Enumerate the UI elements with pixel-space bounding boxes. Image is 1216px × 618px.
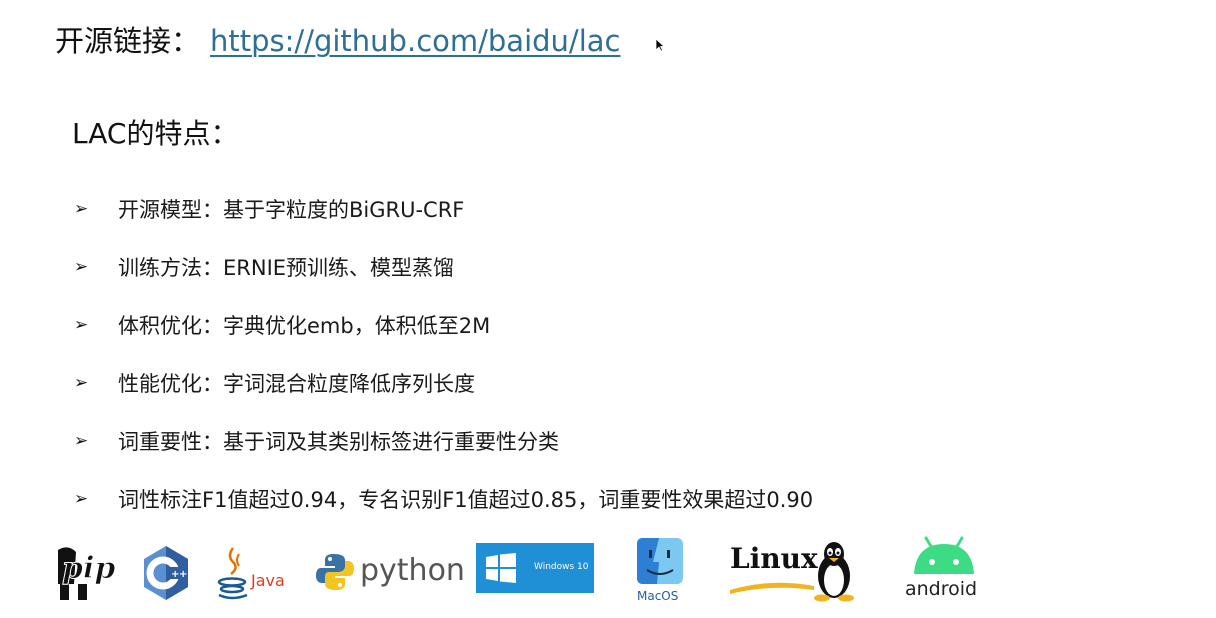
feature-item: ➢ 开源模型：基于字粒度的BiGRU-CRF — [74, 180, 813, 238]
feature-text: 性能优化：字词混合粒度降低序列长度 — [118, 372, 475, 396]
java-logo-icon — [217, 547, 248, 600]
bullet-arrow-icon: ➢ — [74, 257, 89, 277]
pip-logo-icon: pip — [58, 547, 116, 600]
windows-logo: Windows 10 — [476, 543, 594, 593]
feature-text: 训练方法：ERNIE预训练、模型蒸馏 — [118, 256, 455, 280]
feature-item: ➢ 词重要性：基于词及其类别标签进行重要性分类 — [74, 412, 813, 470]
feature-text: 体积优化：字典优化emb，体积低至2M — [118, 314, 491, 338]
feature-list: ➢ 开源模型：基于字粒度的BiGRU-CRF ➢ 训练方法：ERNIE预训练、模… — [74, 180, 813, 528]
macos-logo-text: MacOS — [637, 589, 679, 603]
github-link[interactable]: https://github.com/baidu/lac — [210, 24, 620, 58]
features-title: LAC的特点： — [72, 117, 239, 150]
feature-item: ➢ 体积优化：字典优化emb，体积低至2M — [74, 296, 813, 354]
java-logo-text: Java — [251, 571, 285, 590]
svg-text:+: + — [179, 569, 187, 580]
cpp-logo-icon: + + — [144, 546, 188, 600]
android-logo-icon — [914, 536, 974, 574]
macos-finder-icon — [637, 538, 683, 584]
windows-logo-icon — [486, 553, 516, 583]
macos-logo: MacOS — [632, 536, 688, 604]
linux-tux-icon — [814, 542, 854, 602]
bullet-arrow-icon: ➢ — [74, 199, 89, 219]
source-link-row: 开源链接： https://github.com/baidu/lac — [55, 18, 620, 60]
pip-logo-text: pip — [62, 551, 115, 586]
windows-logo-text: Windows 10 — [534, 562, 589, 572]
feature-text: 词性标注F1值超过0.94，专名识别F1值超过0.85，词重要性效果超过0.90 — [118, 488, 814, 512]
java-logo: Java — [215, 544, 295, 602]
python-logo: python — [315, 552, 465, 596]
android-logo-text: android — [905, 578, 978, 600]
feature-text: 开源模型：基于字粒度的BiGRU-CRF — [118, 198, 465, 222]
source-link-label: 开源链接： — [55, 24, 201, 58]
feature-item: ➢ 性能优化：字词混合粒度降低序列长度 — [74, 354, 813, 412]
feature-item: ➢ 训练方法：ERNIE预训练、模型蒸馏 — [74, 238, 813, 296]
feature-item: ➢ 词性标注F1值超过0.94，专名识别F1值超过0.85，词重要性效果超过0.… — [74, 470, 813, 528]
bullet-arrow-icon: ➢ — [74, 489, 89, 509]
linux-logo-text: Linux — [730, 542, 818, 575]
linux-swoosh — [730, 582, 814, 594]
feature-text: 词重要性：基于词及其类别标签进行重要性分类 — [118, 430, 559, 454]
bullet-arrow-icon: ➢ — [74, 315, 89, 335]
mouse-cursor-icon — [655, 38, 665, 52]
android-logo: android — [902, 534, 986, 604]
bullet-arrow-icon: ➢ — [74, 431, 89, 451]
python-logo-icon — [316, 554, 354, 590]
linux-logo: Linux — [728, 538, 858, 602]
bullet-arrow-icon: ➢ — [74, 373, 89, 393]
python-logo-text: python — [360, 553, 465, 588]
platform-logos: pip + + Java python Windows 10 MacOS Lin… — [0, 530, 1216, 610]
